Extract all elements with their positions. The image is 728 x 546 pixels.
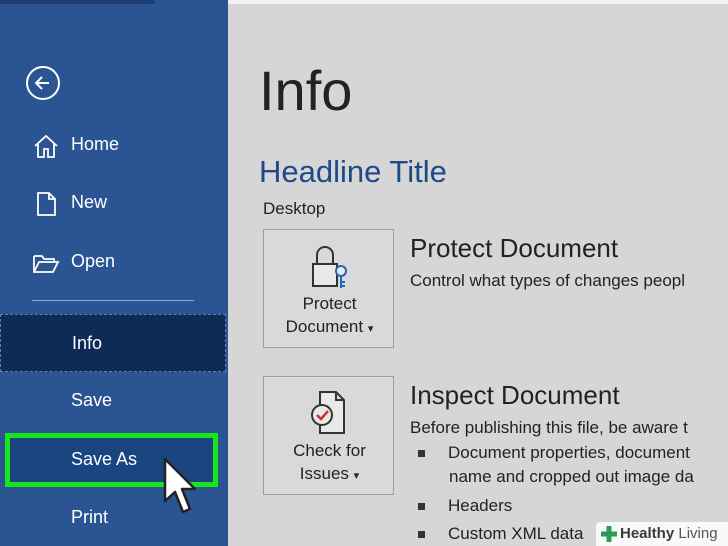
plus-icon (601, 526, 617, 542)
check-label-line2: Issues ▾ (264, 462, 395, 488)
chevron-down-icon: ▾ (367, 323, 374, 335)
nav-item-open[interactable]: Open (0, 234, 226, 290)
back-button[interactable] (26, 66, 60, 100)
nav-item-new[interactable]: New (0, 175, 226, 231)
title-strip (228, 0, 728, 4)
watermark-logo: Healthy Living (596, 522, 728, 546)
page-title: Info (259, 59, 353, 122)
inspect-document-heading: Inspect Document (410, 380, 620, 410)
nav-item-label: Save As (71, 449, 138, 469)
folder-open-icon (33, 255, 60, 273)
list-item-continuation: name and cropped out image da (449, 467, 694, 486)
back-arrow-icon (34, 76, 49, 90)
check-label-line1: Check for (293, 441, 366, 460)
watermark-text: Healthy Living (620, 525, 718, 542)
nav-item-label: Print (71, 507, 109, 527)
nav-item-label: Save (71, 390, 113, 410)
nav-item-info[interactable]: Info (0, 314, 226, 372)
nav-item-label: Info (72, 333, 103, 353)
protect-document-description: Control what types of changes peopl (410, 271, 686, 290)
watermark-brand-bold: Healthy (620, 525, 675, 542)
protect-label-line1: Protect (302, 294, 357, 313)
protect-document-heading: Protect Document (410, 233, 619, 263)
protect-document-button[interactable]: Protect Document ▾ (263, 229, 394, 348)
backstage-sidebar: Home New Open Info Save Save As Print (0, 0, 228, 546)
lock-key-icon (312, 246, 347, 288)
protect-document-label: Protect Document ▾ (264, 292, 395, 341)
nav-item-label: Open (71, 251, 116, 271)
mouse-cursor-icon (163, 457, 197, 514)
list-item-text: Headers (448, 496, 513, 515)
watermark-brand-light: Living (678, 525, 718, 542)
nav-divider (32, 300, 194, 301)
list-item-text: Custom XML data (448, 524, 584, 543)
document-location: Desktop (263, 199, 326, 218)
check-label-text: Issues (299, 464, 349, 483)
check-for-issues-label: Check for Issues ▾ (264, 439, 395, 488)
protect-label-line2: Document ▾ (264, 315, 395, 341)
list-item-text: Document properties, document (448, 443, 690, 462)
nav-item-label: Home (71, 134, 120, 154)
nav-item-label: New (71, 192, 108, 212)
inspect-document-icon (311, 391, 345, 434)
chevron-down-icon: ▾ (353, 470, 360, 482)
home-icon (34, 134, 58, 158)
new-document-icon (37, 192, 56, 216)
inspect-document-description: Before publishing this file, be aware t (410, 418, 688, 437)
protect-label-text: Document (285, 317, 364, 336)
nav-item-home[interactable]: Home (0, 117, 226, 173)
document-title: Headline Title (259, 154, 447, 189)
check-for-issues-button[interactable]: Check for Issues ▾ (263, 376, 394, 495)
info-pane: Info Headline Title Desktop Protect Docu… (228, 0, 728, 546)
nav-item-save[interactable]: Save (0, 373, 226, 429)
title-strip (0, 0, 155, 4)
